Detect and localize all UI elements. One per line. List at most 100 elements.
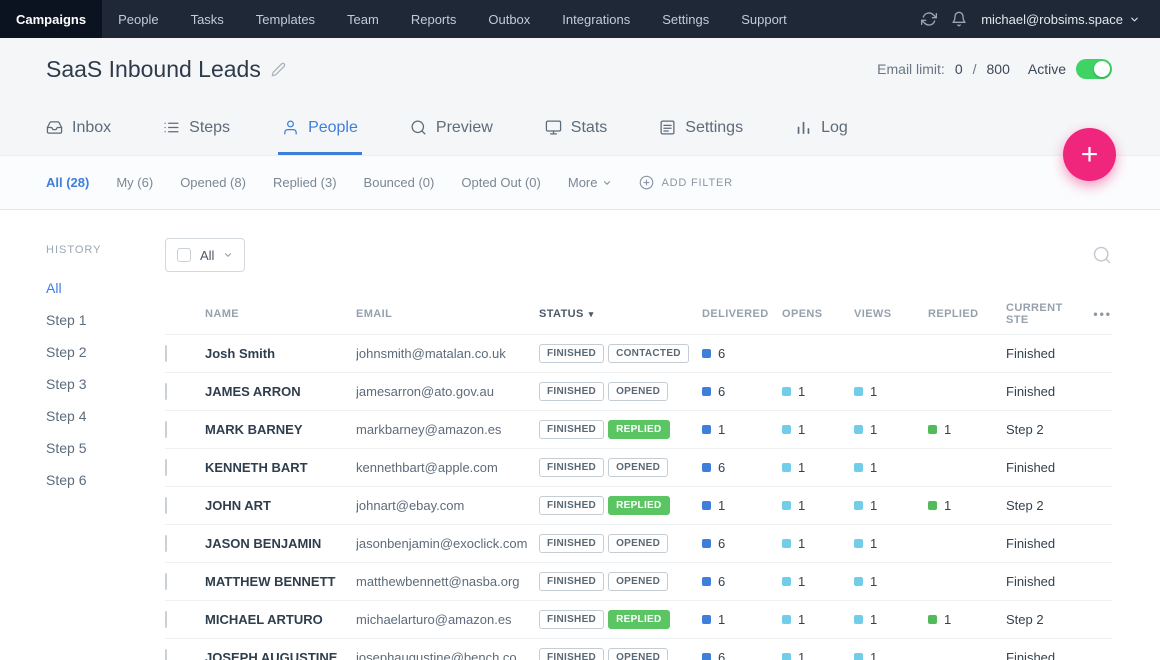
campaign-active-toggle[interactable] [1076, 59, 1112, 79]
nav-item[interactable]: Reports [395, 0, 473, 38]
col-current-step[interactable]: CURRENT STE [1006, 302, 1084, 326]
views-square-icon [854, 539, 863, 548]
refresh-icon[interactable] [921, 11, 937, 27]
col-views[interactable]: VIEWS [854, 308, 928, 320]
nav-item[interactable]: Team [331, 0, 395, 38]
add-filter-button[interactable]: ADD FILTER [639, 175, 732, 190]
row-checkbox[interactable] [165, 383, 167, 400]
cell-current-step: Finished [1006, 536, 1084, 551]
table-row[interactable]: JOSEPH AUGUSTINE josephaugustine@bench.c… [165, 638, 1112, 660]
col-email[interactable]: EMAIL [356, 308, 539, 320]
filter-more-menu[interactable]: More [568, 175, 613, 190]
filter-item[interactable]: All (28) [46, 175, 89, 190]
tab-preview[interactable]: Preview [410, 100, 493, 155]
row-checkbox-cell [165, 650, 205, 660]
table-row[interactable]: MATTHEW BENNETT matthewbennett@nasba.org… [165, 562, 1112, 600]
search-icon[interactable] [1092, 245, 1112, 265]
history-step-item[interactable]: All [46, 272, 165, 304]
col-replied[interactable]: REPLIED [928, 308, 1006, 320]
tab-inbox[interactable]: Inbox [46, 100, 111, 155]
filter-item[interactable]: Opted Out (0) [461, 175, 540, 190]
row-checkbox[interactable] [165, 459, 167, 476]
tab-steps[interactable]: Steps [163, 100, 230, 155]
filter-item[interactable]: My (6) [116, 175, 153, 190]
opens-square-icon [782, 463, 791, 472]
history-step-item[interactable]: Step 4 [46, 400, 165, 432]
nav-item[interactable]: Integrations [546, 0, 646, 38]
nav-item[interactable]: Settings [646, 0, 725, 38]
delivered-square-icon [702, 653, 711, 660]
add-filter-label: ADD FILTER [661, 177, 732, 189]
filter-item[interactable]: Opened (8) [180, 175, 246, 190]
table-row[interactable]: KENNETH BART kennethbart@apple.com FINIS… [165, 448, 1112, 486]
nav-item[interactable]: Outbox [472, 0, 546, 38]
nav-item[interactable]: People [102, 0, 174, 38]
tab-settings[interactable]: Settings [659, 100, 743, 155]
cell-replied [928, 574, 1006, 589]
select-all-checkbox[interactable] [177, 248, 191, 262]
status-badge: FINISHED [539, 344, 604, 363]
cell-views: 1 [854, 574, 928, 589]
cell-name: MICHAEL ARTURO [205, 612, 356, 627]
filter-item[interactable]: Bounced (0) [364, 175, 435, 190]
row-checkbox[interactable] [165, 573, 167, 590]
nav-item[interactable]: Support [725, 0, 803, 38]
row-checkbox[interactable] [165, 649, 167, 660]
col-status[interactable]: STATUS ▾ [539, 308, 702, 320]
status-badge: FINISHED [539, 648, 604, 660]
row-checkbox[interactable] [165, 421, 167, 438]
cell-replied [928, 384, 1006, 399]
edit-title-icon[interactable] [271, 62, 286, 77]
nav-item[interactable]: Campaigns [0, 0, 102, 38]
table-row[interactable]: MARK BARNEY markbarney@amazon.es FINISHE… [165, 410, 1112, 448]
table-row[interactable]: MICHAEL ARTURO michaelarturo@amazon.es F… [165, 600, 1112, 638]
table-row[interactable]: JAMES ARRON jamesarron@ato.gov.au FINISH… [165, 372, 1112, 410]
history-step-item[interactable]: Step 1 [46, 304, 165, 336]
opens-square-icon [782, 387, 791, 396]
tab-label: Log [821, 119, 848, 137]
col-delivered[interactable]: DELIVERED [702, 308, 782, 320]
history-step-item[interactable]: Step 5 [46, 432, 165, 464]
filter-item[interactable]: Replied (3) [273, 175, 337, 190]
delivered-square-icon [702, 425, 711, 434]
status-badge: FINISHED [539, 572, 604, 591]
row-checkbox-cell [165, 574, 205, 589]
table-row[interactable]: JASON BENJAMIN jasonbenjamin@exoclick.co… [165, 524, 1112, 562]
history-step-item[interactable]: Step 6 [46, 464, 165, 496]
table-row[interactable]: JOHN ART johnart@ebay.com FINISHED REPLI… [165, 486, 1112, 524]
row-checkbox[interactable] [165, 345, 167, 362]
cell-current-step: Step 2 [1006, 422, 1084, 437]
delivered-square-icon [702, 501, 711, 510]
row-checkbox[interactable] [165, 611, 167, 628]
status-badge: REPLIED [608, 610, 669, 629]
cell-views: 1 [854, 460, 928, 475]
bulk-select-dropdown[interactable]: All [165, 238, 245, 272]
add-people-fab-button[interactable]: + [1063, 128, 1116, 181]
settings-list-icon [659, 119, 676, 136]
notifications-bell-icon[interactable] [951, 11, 967, 27]
cell-delivered: 6 [702, 536, 782, 551]
account-menu[interactable]: michael@robsims.space [981, 12, 1140, 27]
cell-delivered: 6 [702, 346, 782, 361]
delivered-square-icon [702, 577, 711, 586]
history-step-item[interactable]: Step 2 [46, 336, 165, 368]
tab-people[interactable]: People [282, 100, 358, 155]
row-checkbox[interactable] [165, 497, 167, 514]
tab-stats[interactable]: Stats [545, 100, 607, 155]
cell-name: JAMES ARRON [205, 384, 356, 399]
table-row[interactable]: Josh Smith johnsmith@matalan.co.uk FINIS… [165, 334, 1112, 372]
col-name[interactable]: NAME [205, 308, 356, 320]
status-badge: OPENED [608, 458, 668, 477]
nav-item[interactable]: Tasks [175, 0, 240, 38]
email-limit-separator: / [973, 61, 977, 77]
col-opens[interactable]: OPENS [782, 308, 854, 320]
column-settings-icon[interactable]: ••• [1084, 307, 1112, 321]
row-checkbox-cell [165, 460, 205, 475]
history-step-item[interactable]: Step 3 [46, 368, 165, 400]
row-checkbox[interactable] [165, 535, 167, 552]
nav-item[interactable]: Templates [240, 0, 331, 38]
cell-opens [782, 346, 854, 361]
tab-log[interactable]: Log [795, 100, 848, 155]
cell-current-step: Finished [1006, 650, 1084, 660]
replied-square-icon [928, 501, 937, 510]
